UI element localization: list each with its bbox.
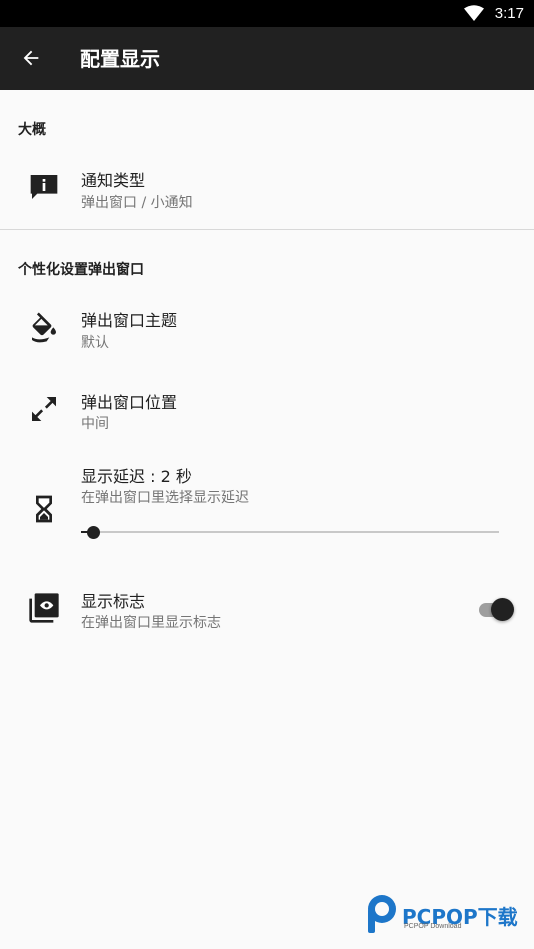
page-title: 配置显示 [80,47,160,71]
divider [0,229,534,230]
pref-title: 显示延迟 : 2 秒 [81,467,192,486]
wifi-icon [464,5,484,21]
pcpop-logo-icon [368,895,396,933]
section-header-general: 大概 [18,122,46,138]
toolbar: 配置显示 [0,27,534,90]
paint-bucket-icon [32,312,56,343]
watermark-sub: PCPOP Download [404,923,462,930]
pref-title: 通知类型 [81,171,146,190]
arrow-left-icon[interactable] [20,47,42,69]
pref-title: 显示标志 [81,592,146,611]
show-logo-switch[interactable] [477,597,515,623]
pref-summary: 弹出窗口 / 小通知 [81,195,193,211]
delay-slider-track[interactable] [81,531,499,533]
pref-popup-theme[interactable]: 弹出窗口主题 默认 [0,290,534,370]
pref-title: 弹出窗口位置 [81,393,178,412]
pref-summary: 中间 [81,416,109,432]
delay-slider-thumb[interactable] [87,526,101,539]
status-bar: 3:17 [0,0,534,27]
pref-summary: 在弹出窗口里显示标志 [81,615,221,631]
logo-preview-icon [29,593,59,623]
pref-popup-delay[interactable]: 显示延迟 : 2 秒 在弹出窗口里选择显示延迟 [0,452,534,562]
status-time: 3:17 [494,5,524,22]
switch-thumb [491,598,514,621]
expand-diagonal-icon [32,397,56,421]
watermark: PCPOP下载 PCPOP Download [362,893,528,935]
section-header-popup: 个性化设置弹出窗口 [18,262,144,278]
pref-popup-position[interactable]: 弹出窗口位置 中间 [0,372,534,452]
pref-summary: 在弹出窗口里选择显示延迟 [81,490,249,506]
pref-summary: 默认 [81,335,109,351]
info-message-icon [30,175,58,199]
pref-notification-type[interactable]: 通知类型 弹出窗口 / 小通知 [0,150,534,228]
pref-title: 弹出窗口主题 [81,311,178,330]
hourglass-icon [36,495,52,523]
pref-show-logo[interactable]: 显示标志 在弹出窗口里显示标志 [0,572,534,648]
